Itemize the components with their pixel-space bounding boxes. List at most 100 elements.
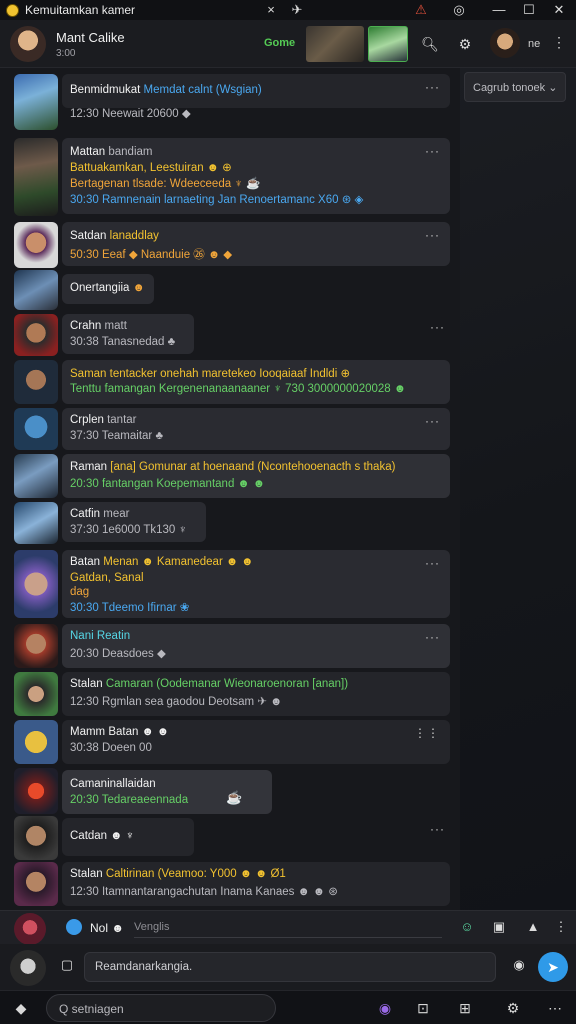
sender-name: Mamm xyxy=(70,726,106,738)
avatar[interactable] xyxy=(14,624,58,668)
composer-avatar[interactable] xyxy=(14,913,46,945)
message-meta: 30:30 Tdeemo Ifirnar ❀ xyxy=(70,602,190,614)
attach-icon[interactable]: ▲ xyxy=(522,918,544,936)
message-text: matt xyxy=(104,320,127,332)
avatar[interactable] xyxy=(14,862,58,906)
sticker-icon[interactable]: ◉ xyxy=(508,956,530,974)
message-bubble: Stalan Caltirinan (Veamoo: Y000 ☻ ☻ Ø1 1… xyxy=(62,862,450,906)
more-options-icon[interactable]: ··· xyxy=(425,556,440,570)
composer-placeholder[interactable]: Venglis xyxy=(134,921,169,933)
message-item[interactable]: Stalan Camaran (Oodemanar Wieonaroenoran… xyxy=(0,670,460,718)
message-item[interactable]: Batan Menan ☻ Kamanedear ☻ ☻ ··· Gatdan,… xyxy=(0,548,460,620)
chat-avatar[interactable] xyxy=(10,26,46,62)
screen-share-icon[interactable]: ▣ xyxy=(488,918,510,936)
message-bubble: Benmidmukat Memdat calnt (Wsgian) ··· xyxy=(62,74,450,108)
search-icon[interactable]: 🔍︎ xyxy=(417,31,443,57)
avatar[interactable] xyxy=(14,222,58,268)
close-button[interactable]: ✕ xyxy=(548,1,570,19)
composer-row: Nol ☻ Venglis ☺ ▣ ▲ ⋮ xyxy=(0,910,576,945)
more-options-icon[interactable]: ··· xyxy=(425,144,440,158)
avatar[interactable] xyxy=(14,408,58,450)
user-avatar[interactable] xyxy=(10,950,46,986)
avatar[interactable] xyxy=(14,502,58,544)
settings-icon[interactable]: ⚙ xyxy=(502,997,524,1019)
more-options-icon[interactable]: ⋮ xyxy=(550,918,572,936)
message-item[interactable]: Mamm Batan ☻ ☻ ⋮⋮ 30:38 Doeen 00 xyxy=(0,718,460,766)
maximize-button[interactable]: ☐ xyxy=(518,1,540,19)
message-meta: 12:30 Neewait 20600 ◆ xyxy=(70,108,191,120)
people-icon[interactable]: ⊞ xyxy=(454,997,476,1019)
emoji-icon: ☻ xyxy=(132,282,145,294)
app-home-icon[interactable]: ◆ xyxy=(10,997,32,1019)
send-button[interactable]: ➤ xyxy=(538,952,568,982)
search-input[interactable]: Q setniagen xyxy=(46,994,276,1022)
avatar[interactable] xyxy=(14,74,58,130)
message-item[interactable]: Stalan Caltirinan (Veamoo: Y000 ☻ ☻ Ø1 1… xyxy=(0,862,460,908)
message-item[interactable]: Catdan ☻ ♆ ··· xyxy=(0,816,460,862)
input-bar: ▢ Reamdanarkangia. ◉ ➤ xyxy=(0,944,576,990)
message-input[interactable]: Reamdanarkangia. xyxy=(84,952,496,982)
notification-icon[interactable]: ⚠ xyxy=(410,1,432,19)
message-text: tentacker onehah maretekeo Iooqaiaaf Ind… xyxy=(109,368,351,380)
chat-status-label: Gome xyxy=(264,37,296,49)
minimize-button[interactable]: — xyxy=(488,1,510,19)
avatar[interactable] xyxy=(14,768,58,814)
message-item[interactable]: Satdan lanaddlay ··· 50:30 Eeaf ◆ Naandu… xyxy=(0,222,460,270)
avatar[interactable] xyxy=(14,816,58,860)
voice-icon[interactable]: ◉ xyxy=(374,997,396,1019)
message-text: tantar xyxy=(107,414,137,426)
bottom-bar: ◆ Q setniagen ◉ ⊡ ⊞ ⚙ ⋯ xyxy=(0,990,576,1024)
message-bubble: Stalan Camaran (Oodemanar Wieonaroenoran… xyxy=(62,672,450,716)
message-text: Batan ☻ ☻ xyxy=(108,726,169,738)
media-thumbnail[interactable] xyxy=(368,26,408,62)
chat-name: Mant Calike xyxy=(56,30,125,45)
message-item[interactable]: Saman tentacker onehah maretekeo Iooqaia… xyxy=(0,358,460,406)
message-item[interactable]: Catfin mear 37:30 1e6000 Tk130 ♆ xyxy=(0,500,460,546)
message-item[interactable]: Crplen tantar ··· 37:30 Teamaitar ♣ xyxy=(0,406,460,452)
message-item[interactable]: Camaninallaidan 20:30 Tedareaeennada ☕ xyxy=(0,766,460,816)
avatar[interactable] xyxy=(14,672,58,716)
avatar[interactable] xyxy=(14,360,58,404)
media-thumbnail[interactable] xyxy=(306,26,364,62)
avatar[interactable] xyxy=(14,550,58,618)
more-options-icon[interactable]: ··· xyxy=(425,414,440,428)
message-text: Camaran (Oodemanar Wieonaroenoran [anan]… xyxy=(105,678,349,690)
more-options-icon[interactable]: ··· xyxy=(430,822,450,836)
message-text: mear xyxy=(103,508,130,520)
message-meta: 20:30 fantangan Koepemantand ☻ ☻ xyxy=(70,478,265,490)
group-dropdown[interactable]: Cagrub tonoek ⌄ xyxy=(464,72,566,102)
more-options-icon[interactable]: ··· xyxy=(425,228,440,242)
avatar[interactable] xyxy=(14,454,58,498)
avatar[interactable] xyxy=(14,314,58,356)
more-options-icon[interactable]: ⋮⋮ xyxy=(414,726,440,740)
grid-icon[interactable]: ⋯ xyxy=(544,997,566,1019)
message-bubble: Crahn matt 30:38 Tanasnedad ♣ xyxy=(62,314,194,354)
message-text: [ana] Gomunar at hoenaand (Ncontehooenac… xyxy=(110,461,396,473)
settings-icon[interactable]: ⚙ xyxy=(452,31,478,57)
composer-label: Nol ☻ xyxy=(90,921,124,935)
sender-name: Mattan xyxy=(70,146,106,158)
status-icon[interactable]: ◎ xyxy=(448,1,470,19)
more-options-icon[interactable]: ··· xyxy=(425,630,440,644)
attachment-icon[interactable]: ▢ xyxy=(56,956,78,974)
message-item[interactable]: Onertangiia ☻ xyxy=(0,268,460,312)
avatar[interactable] xyxy=(14,270,58,310)
more-options-icon[interactable]: ··· xyxy=(430,320,450,334)
close-tab-icon[interactable]: × xyxy=(260,1,282,19)
message-item[interactable]: Nani Reatin ··· 20:30 Deasdoes ◆ xyxy=(0,624,460,670)
sender-name: Stalan xyxy=(70,868,103,880)
emoji-icon[interactable]: ☺ xyxy=(456,918,478,936)
more-options-icon[interactable]: ⋮ xyxy=(552,34,566,51)
message-item[interactable]: Raman [ana] Gomunar at hoenaand (Nconteh… xyxy=(0,454,460,500)
globe-icon[interactable] xyxy=(66,919,82,935)
pin-icon[interactable]: ✈ xyxy=(286,1,308,19)
user-avatar[interactable] xyxy=(490,28,520,58)
avatar[interactable] xyxy=(14,720,58,764)
avatar[interactable] xyxy=(14,138,58,216)
camera-icon[interactable]: ⊡ xyxy=(412,997,434,1019)
more-options-icon[interactable]: ··· xyxy=(425,80,440,94)
message-item[interactable]: Mattan bandiam ··· Battuakamkan, Leestui… xyxy=(0,136,460,218)
window-title: Kemuitamkan kamer xyxy=(25,3,136,17)
message-item[interactable]: Crahn matt 30:38 Tanasnedad ♣ ··· xyxy=(0,312,460,356)
message-item[interactable]: Benmidmukat Memdat calnt (Wsgian) ··· 12… xyxy=(0,72,460,132)
